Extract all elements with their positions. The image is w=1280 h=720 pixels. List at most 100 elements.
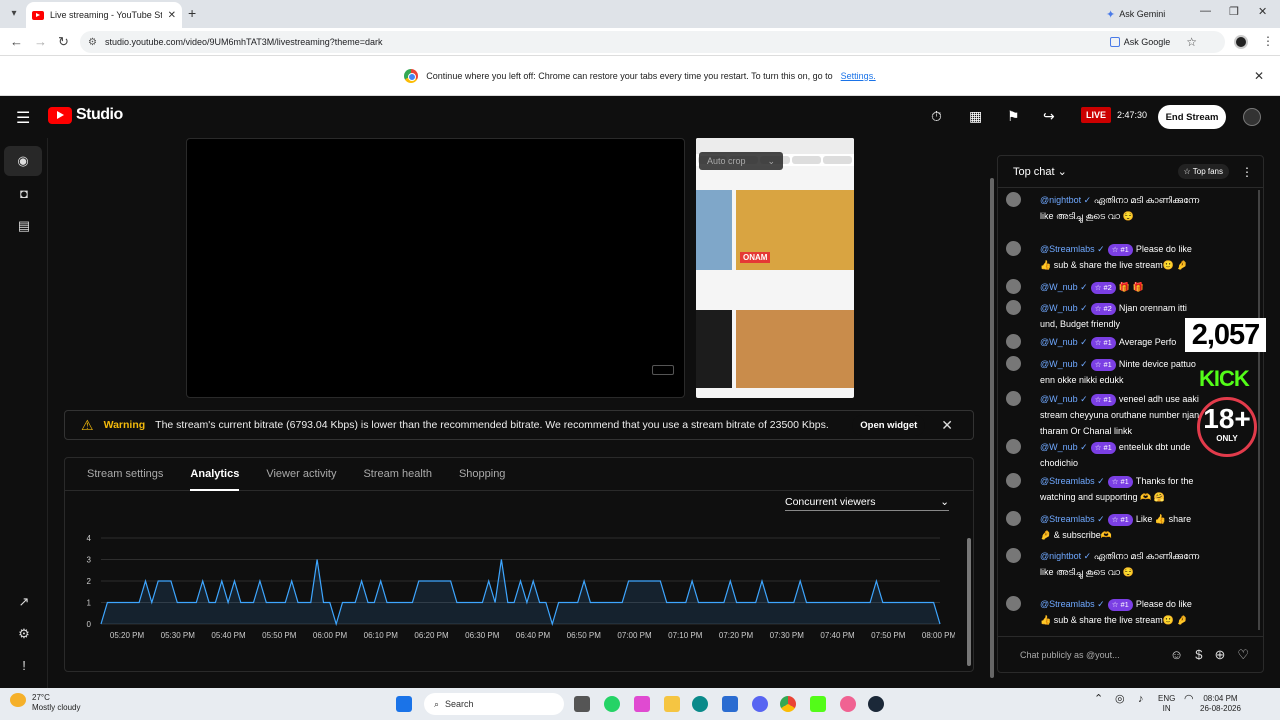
share-icon[interactable]: ↪ [1043,108,1055,125]
chat-mode-select[interactable]: Top chat ⌄ [1013,165,1178,178]
ask-gemini-button[interactable]: ✦ Ask Gemini [1106,5,1165,23]
tab-search-icon[interactable]: ▾ [6,6,22,22]
chat-author[interactable]: @W_nub ✓ [1040,394,1088,404]
chat-more-icon[interactable]: ⋮ [1241,165,1253,179]
chat-avatar[interactable] [1006,511,1021,526]
clock-time: 08:04 PM [1203,694,1238,703]
chat-avatar[interactable] [1006,473,1021,488]
url-text[interactable]: studio.youtube.com/video/9UM6mhTAT3M/liv… [105,37,1102,47]
chat-author[interactable]: @Streamlabs ✓ [1040,476,1105,486]
chat-avatar[interactable] [1006,548,1021,563]
reload-icon[interactable]: ↻ [58,34,69,50]
profile-avatar[interactable] [1234,35,1248,49]
settings-icon[interactable]: ⚙ [14,624,34,644]
chrome-icon[interactable] [780,696,796,712]
chat-avatar[interactable] [1006,241,1021,256]
chat-avatar[interactable] [1006,596,1021,611]
kick-app-icon[interactable] [810,696,826,712]
emoji-icon[interactable]: ☺ [1170,647,1183,662]
page-scrollbar[interactable] [990,178,994,678]
open-widget-button[interactable]: Open widget [852,414,926,436]
top-fans-button[interactable]: ☆ Top fans [1177,164,1229,179]
restore-icon[interactable]: ❐ [1229,5,1239,18]
window-close-icon[interactable]: ✕ [1258,5,1267,18]
site-info-icon[interactable]: ⚙ [88,37,97,48]
start-icon[interactable] [396,696,412,712]
tray-app-icon[interactable]: ◎ [1115,694,1125,705]
chat-author[interactable]: @nightbot ✓ [1040,195,1091,205]
forward-icon[interactable]: → [34,34,47,49]
tab-stream-health[interactable]: Stream health [363,458,431,490]
warning-close-icon[interactable]: ✕ [941,417,953,434]
browser-tab-active[interactable]: Live streaming - YouTube Studio ✕ [26,2,182,28]
add-icon[interactable]: ⊕ [1214,647,1225,663]
heart-icon[interactable]: ♡ [1237,647,1249,663]
menu-icon[interactable]: ☰ [16,108,30,128]
steam-icon[interactable] [868,696,884,712]
taskview-icon[interactable] [574,696,590,712]
studio-logo[interactable]: Studio [48,106,123,124]
metric-select[interactable]: Concurrent viewers ⌄ [785,493,949,511]
end-stream-button[interactable]: End Stream [1158,105,1226,129]
chat-author[interactable]: @Streamlabs ✓ [1040,599,1105,609]
language-indicator[interactable]: ENG IN [1158,694,1175,714]
calendar-icon[interactable]: ▤ [14,216,34,236]
microphone-icon[interactable]: ♪ [1138,694,1144,705]
open-external-icon[interactable]: ↗ [14,592,34,612]
taskbar-search[interactable]: ⌕ Search [424,693,564,715]
chat-author[interactable]: @Streamlabs ✓ [1040,514,1105,524]
feedback-icon[interactable]: ! [14,656,34,676]
super-chat-icon[interactable]: $ [1195,647,1202,662]
chat-author[interactable]: @W_nub ✓ [1040,442,1088,452]
infobar-close-icon[interactable]: ✕ [1254,69,1264,83]
chat-author[interactable]: @W_nub ✓ [1040,337,1088,347]
chat-avatar[interactable] [1006,356,1021,371]
channel-avatar[interactable] [1243,108,1261,126]
copilot-icon[interactable] [634,696,650,712]
chat-avatar[interactable] [1006,391,1021,406]
wifi-icon[interactable]: ◠ [1184,694,1194,705]
back-icon[interactable]: ← [10,34,23,49]
tab-close-icon[interactable]: ✕ [168,10,176,21]
chat-avatar[interactable] [1006,334,1021,349]
y-tick-label: 1 [87,599,92,608]
live-stream-icon[interactable]: ◉ [4,146,42,176]
file-explorer-icon[interactable] [664,696,680,712]
bookmark-icon[interactable]: ⚑ [1007,108,1020,125]
auto-crop-select[interactable]: Auto crop ⌄ [699,152,783,170]
clock[interactable]: 08:04 PM 26-08-2026 [1200,694,1241,714]
chat-avatar[interactable] [1006,300,1021,315]
tab-viewer-activity[interactable]: Viewer activity [266,458,336,490]
edge-icon[interactable] [692,696,708,712]
tray-expand-icon[interactable]: ⌃ [1094,694,1103,705]
chat-author[interactable]: @nightbot ✓ [1040,551,1091,561]
bookmark-star-icon[interactable]: ☆ [1186,35,1197,49]
tab-stream-settings[interactable]: Stream settings [87,458,163,490]
weather-widget[interactable]: 27°C Mostly cloudy [10,693,80,713]
omnibox[interactable]: ⚙ studio.youtube.com/video/9UM6mhTAT3M/l… [80,31,1225,53]
chat-avatar[interactable] [1006,439,1021,454]
app-icon[interactable] [840,696,856,712]
chat-author[interactable]: @Streamlabs ✓ [1040,244,1105,254]
camera-icon[interactable]: ◘ [14,184,34,204]
tab-shopping[interactable]: Shopping [459,458,506,490]
chat-input[interactable]: Chat publicly as @yout... [1020,650,1158,660]
minimize-icon[interactable]: — [1200,5,1211,17]
chat-author[interactable]: @W_nub ✓ [1040,282,1088,292]
chat-avatar[interactable] [1006,279,1021,294]
tab-analytics[interactable]: Analytics [190,458,239,491]
store-icon[interactable] [722,696,738,712]
timer-icon[interactable]: ⏱ [931,108,942,125]
chrome-menu-icon[interactable]: ⋮ [1262,34,1274,48]
discord-icon[interactable] [752,696,768,712]
new-tab-button[interactable]: + [188,5,196,21]
settings-link[interactable]: Settings. [841,71,876,81]
panel-scrollbar[interactable] [967,538,971,666]
chat-author[interactable]: @W_nub ✓ [1040,359,1088,369]
ask-google-button[interactable]: Ask Google [1109,37,1170,47]
chat-avatar[interactable] [1006,192,1021,207]
store-icon[interactable]: ▦ [969,108,982,125]
chat-scrollbar[interactable] [1258,190,1260,630]
whatsapp-icon[interactable] [604,696,620,712]
chat-author[interactable]: @W_nub ✓ [1040,303,1088,313]
